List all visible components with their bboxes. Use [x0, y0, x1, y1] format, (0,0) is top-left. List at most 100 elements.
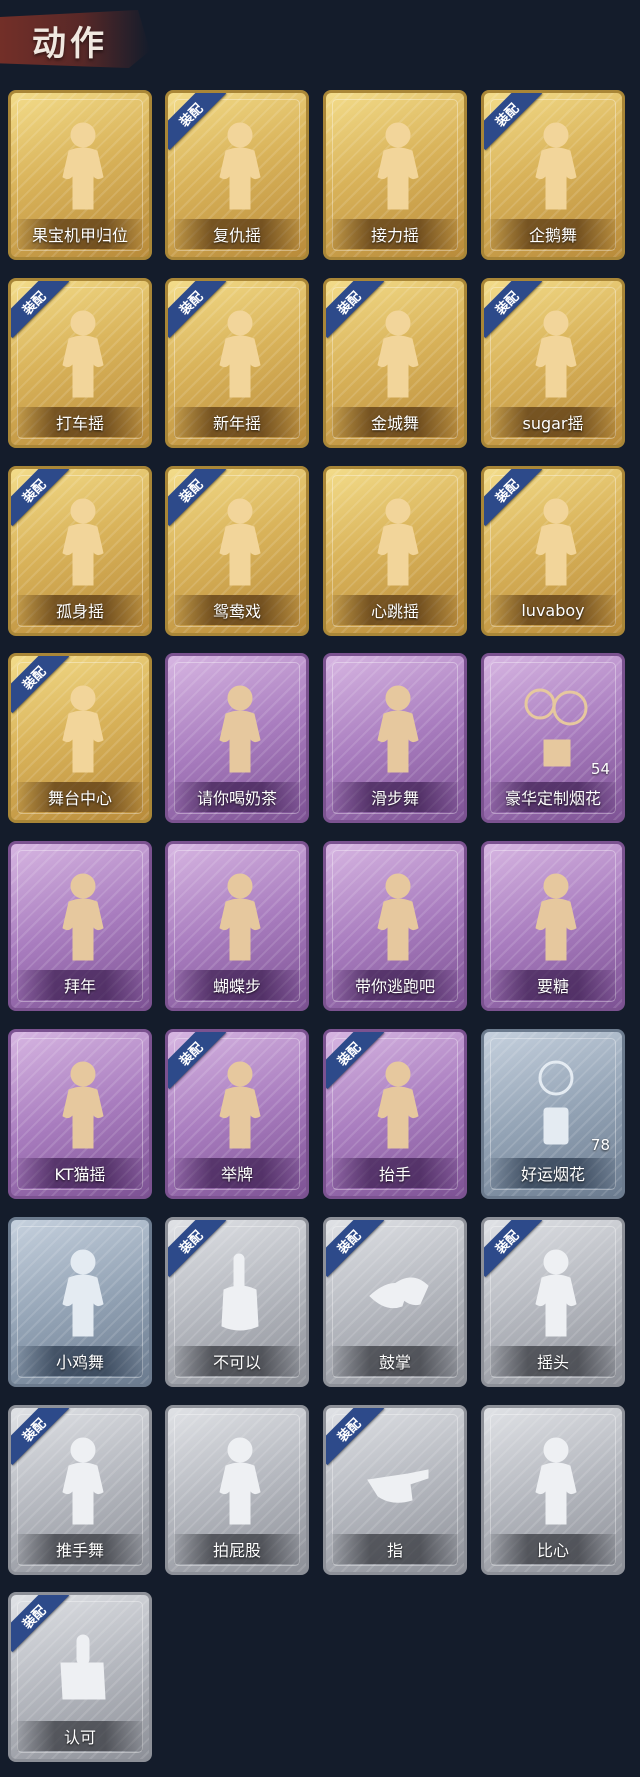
item-count: 54: [590, 760, 610, 778]
card-label-strip: 蝴蝶步: [174, 970, 300, 1000]
card-label-strip: 好运烟花: [490, 1158, 616, 1188]
emote-figure-icon: [204, 1434, 276, 1526]
emote-name: 蝴蝶步: [212, 977, 261, 996]
emote-card[interactable]: 不可以 装配: [165, 1217, 309, 1387]
card-label-strip: luvaboy: [490, 595, 616, 625]
emote-card[interactable]: 带你逃跑吧: [323, 841, 467, 1011]
emote-name: 企鹅舞: [528, 226, 577, 245]
emote-card[interactable]: 打车摇 装配: [8, 278, 152, 448]
emote-card[interactable]: 比心: [481, 1405, 625, 1575]
card-label-strip: 请你喝奶茶: [174, 782, 300, 812]
emote-figure-icon: [47, 1058, 119, 1150]
emote-card[interactable]: KT猫摇: [8, 1029, 152, 1199]
emote-name: 新年摇: [212, 414, 261, 433]
emote-figure-icon: [47, 307, 119, 399]
emote-name: 摇头: [536, 1353, 569, 1372]
emote-card[interactable]: 认可 装配: [8, 1592, 152, 1762]
card-label-strip: 金城舞: [332, 407, 458, 437]
emote-card[interactable]: 接力摇: [323, 90, 467, 260]
emote-card[interactable]: 鼓掌 装配: [323, 1217, 467, 1387]
emote-card[interactable]: 拜年: [8, 841, 152, 1011]
emote-card[interactable]: 摇头 装配: [481, 1217, 625, 1387]
card-label-strip: 果宝机甲归位: [17, 219, 143, 249]
emote-card[interactable]: 拍屁股: [165, 1405, 309, 1575]
card-label-strip: 举牌: [174, 1158, 300, 1188]
emote-name: 要糖: [536, 977, 569, 996]
emote-card[interactable]: 鸳鸯戏 装配: [165, 466, 309, 636]
card-label-strip: 复仇摇: [174, 219, 300, 249]
emote-name: 认可: [63, 1728, 96, 1747]
emote-figure-icon: [520, 495, 592, 587]
emote-figure-icon: [520, 1246, 592, 1338]
card-label-strip: 抬手: [332, 1158, 458, 1188]
pointing-hand-icon: [362, 1434, 434, 1526]
card-label-strip: 要糖: [490, 970, 616, 1000]
emote-name: 复仇摇: [212, 226, 261, 245]
emote-figure-icon: [204, 119, 276, 211]
emote-name: 请你喝奶茶: [196, 789, 277, 808]
emote-name: 抬手: [378, 1165, 411, 1184]
emote-card[interactable]: 举牌 装配: [165, 1029, 309, 1199]
emote-card[interactable]: 推手舞 装配: [8, 1405, 152, 1575]
emote-name: 比心: [536, 1541, 569, 1560]
emote-card[interactable]: 要糖: [481, 841, 625, 1011]
emote-figure-icon: [204, 307, 276, 399]
card-label-strip: KT猫摇: [17, 1158, 143, 1188]
emote-name: KT猫摇: [54, 1165, 106, 1184]
emote-name: 滑步舞: [370, 789, 419, 808]
emote-card[interactable]: 请你喝奶茶: [165, 653, 309, 823]
emote-card[interactable]: 蝴蝶步: [165, 841, 309, 1011]
card-label-strip: 孤身摇: [17, 595, 143, 625]
emote-card[interactable]: 心跳摇: [323, 466, 467, 636]
emote-figure-icon: [362, 495, 434, 587]
emote-name: luvaboy: [521, 600, 585, 620]
emote-name: sugar摇: [522, 414, 584, 433]
emote-card[interactable]: 企鹅舞 装配: [481, 90, 625, 260]
emote-figure-icon: [47, 870, 119, 962]
card-label-strip: 滑步舞: [332, 782, 458, 812]
card-label-strip: 不可以: [174, 1346, 300, 1376]
emote-figure-icon: [204, 870, 276, 962]
emote-card[interactable]: 54 豪华定制烟花: [481, 653, 625, 823]
emote-name: 果宝机甲归位: [31, 226, 128, 245]
emote-figure-icon: [204, 682, 276, 774]
item-count: 78: [590, 1136, 610, 1154]
card-label-strip: 舞台中心: [17, 782, 143, 812]
emote-card[interactable]: 小鸡舞: [8, 1217, 152, 1387]
emote-card[interactable]: 滑步舞: [323, 653, 467, 823]
emote-card[interactable]: 新年摇 装配: [165, 278, 309, 448]
emote-card[interactable]: 78 好运烟花: [481, 1029, 625, 1199]
emote-name: 拍屁股: [212, 1541, 261, 1560]
card-label-strip: 拜年: [17, 970, 143, 1000]
emote-card[interactable]: 果宝机甲归位: [8, 90, 152, 260]
emote-figure-icon: [362, 870, 434, 962]
emote-name: 不可以: [212, 1353, 261, 1372]
emote-name: 拜年: [63, 977, 96, 996]
clapping-hands-icon: [362, 1246, 434, 1338]
card-label-strip: 指: [332, 1534, 458, 1564]
emote-figure-icon: [520, 1434, 592, 1526]
emote-card[interactable]: 金城舞 装配: [323, 278, 467, 448]
emote-name: 带你逃跑吧: [354, 977, 435, 996]
emote-card[interactable]: 孤身摇 装配: [8, 466, 152, 636]
card-label-strip: 心跳摇: [332, 595, 458, 625]
emote-card[interactable]: 舞台中心 装配: [8, 653, 152, 823]
emote-figure-icon: [520, 307, 592, 399]
card-label-strip: 比心: [490, 1534, 616, 1564]
card-label-strip: 豪华定制烟花: [490, 782, 616, 812]
emote-figure-icon: [204, 1058, 276, 1150]
card-label-strip: 小鸡舞: [17, 1346, 143, 1376]
emote-card[interactable]: 复仇摇 装配: [165, 90, 309, 260]
card-label-strip: 接力摇: [332, 219, 458, 249]
emote-name: 鸳鸯戏: [212, 602, 261, 621]
emote-card[interactable]: 抬手 装配: [323, 1029, 467, 1199]
emote-name: 指: [386, 1541, 403, 1560]
card-label-strip: 带你逃跑吧: [332, 970, 458, 1000]
emote-figure-icon: [362, 682, 434, 774]
emote-card[interactable]: sugar摇 装配: [481, 278, 625, 448]
emote-card[interactable]: 指装配: [323, 1405, 467, 1575]
emote-card[interactable]: luvaboy 装配: [481, 466, 625, 636]
fireworks-icon: [520, 682, 592, 774]
emote-name: 打车摇: [55, 414, 104, 433]
emote-figure-icon: [520, 870, 592, 962]
